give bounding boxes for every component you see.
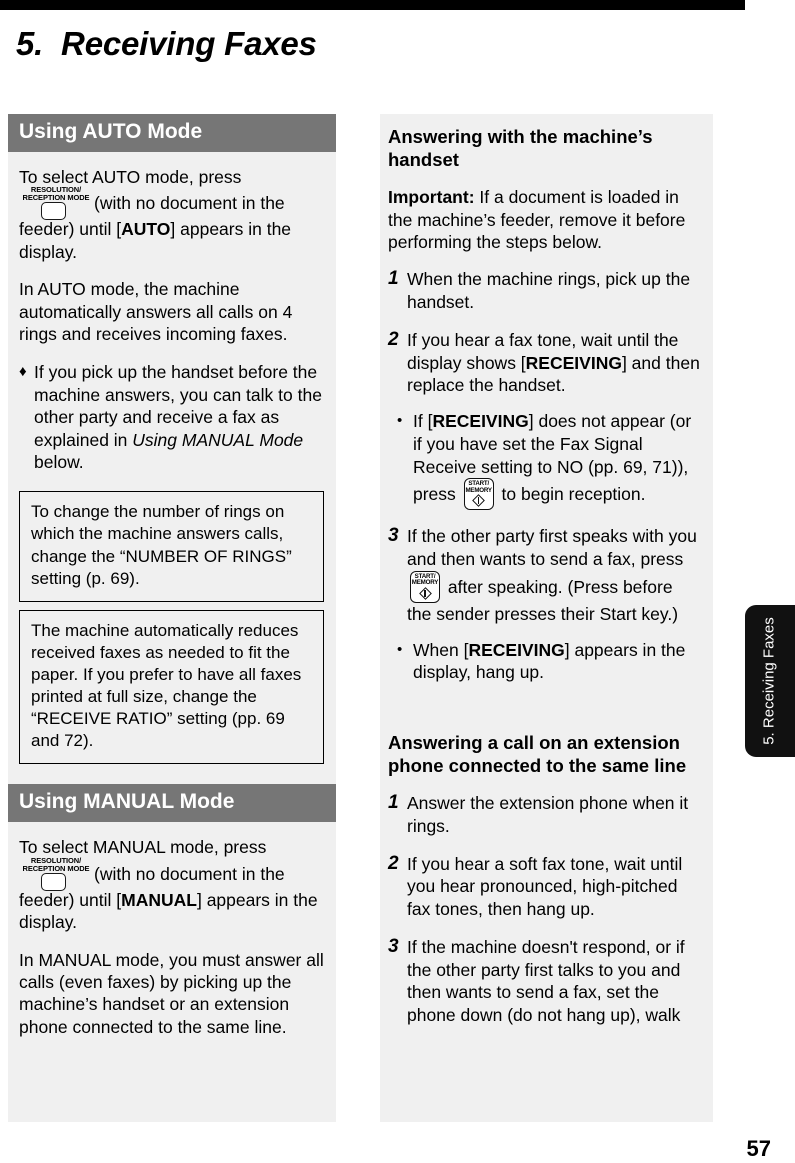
step-text: If you hear a soft fax tone, wait until … [407,853,683,920]
bullet2-part1: When [ [413,639,469,660]
bullet2-bold: RECEIVING [468,639,565,660]
auto-mode-description: In AUTO mode, the machine automatically … [19,279,293,344]
start-memory-icon-caption: START/ MEMORY [465,480,492,494]
resolution-reception-mode-icon[interactable]: RESOLUTION/ RECEPTION MODE [19,185,93,221]
auto-mode-bullet-text: If you pick up the handset before the ma… [34,361,324,473]
start-memory-icon[interactable]: START/ MEMORY [410,570,440,603]
bullet1-part3: to begin reception. [496,484,646,505]
manual-intro-bold: MANUAL [121,889,197,910]
round-bullet-icon: • [397,412,403,430]
step2-bold: RECEIVING [525,352,622,373]
step-text: When the machine rings, pick up the hand… [407,269,691,313]
step-text: If the other party first speaks with you… [407,525,701,625]
step-item: 3 If the other party first speaks with y… [388,525,701,625]
sub-bullet-text: If [RECEIVING] does not appear (or if yo… [413,410,701,511]
page-number: 57 [746,1136,771,1161]
step3-part2: after speaking. (Press before the sender… [407,576,679,624]
step-item: 1 Answer the extension phone when it rin… [388,792,701,838]
manual-intro-lead: To select MANUAL mode, press [19,837,267,858]
subheading-answering-with-handset: Answering with the machine’s handset [388,126,653,170]
start-memory-icon-bar [477,497,480,505]
left-column: Using AUTO Mode To select AUTO mode, pre… [8,114,336,1122]
step-item: 2 If you hear a soft fax tone, wait unti… [388,853,701,921]
resolution-reception-mode-icon[interactable]: RESOLUTION/ RECEPTION MODE [19,855,93,891]
step-text: Answer the extension phone when it rings… [407,793,689,836]
important-label: Important: [388,187,475,208]
step-item: 1 When the machine rings, pick up the ha… [388,268,701,314]
right-column: Answering with the machine’s handset Imp… [380,114,713,1122]
bullet1-part1: If [ [413,411,433,432]
bullet1-bold: RECEIVING [432,411,529,432]
step-item: 2 If you hear a fax tone, wait until the… [388,329,701,397]
step-number: 2 [388,328,399,350]
step-item: 3 If the machine doesn't respond, or if … [388,936,701,1027]
side-tab-chapter-marker: 5. Receiving Faxes [745,605,795,757]
auto-intro-paragraph: To select AUTO mode, press RESOLUTION/ R… [19,166,324,263]
step-number: 3 [388,525,399,547]
step-number: 3 [388,935,399,957]
auto-bullet-part2: below. [34,451,84,472]
page-title: 5. Receiving Faxes [16,25,317,62]
step-number: 2 [388,852,399,874]
top-black-rule [0,0,745,10]
start-memory-icon[interactable]: START/ MEMORY [463,478,494,511]
auto-mode-body: To select AUTO mode, press RESOLUTION/ R… [8,166,336,784]
step-number: 1 [388,792,399,814]
resolution-reception-mode-icon-caption: RESOLUTION/ RECEPTION MODE [22,185,90,203]
manual-intro-paragraph: To select MANUAL mode, press RESOLUTION/… [19,836,324,933]
resolution-reception-mode-icon-caption: RESOLUTION/ RECEPTION MODE [22,855,90,873]
sub-bullet-text: When [RECEIVING] appears in the display,… [413,639,701,685]
note-box-number-of-rings: To change the number of rings on which t… [19,491,324,602]
step-number: 1 [388,268,399,290]
auto-intro-lead: To select AUTO mode, press [19,167,242,188]
section-header-manual-mode: Using MANUAL Mode [8,784,336,823]
resolution-reception-mode-icon-button [41,202,66,221]
sub-bullet-item: • When [RECEIVING] appears in the displa… [397,639,701,685]
resolution-reception-mode-icon-button [41,872,66,891]
manual-mode-description: In MANUAL mode, you must answer all call… [19,949,324,1037]
auto-intro-bold: AUTO [121,219,171,240]
diamond-bullet-icon: ♦ [19,363,27,381]
start-memory-icon-bar [424,589,426,597]
auto-mode-bullet: ♦ If you pick up the handset before the … [19,361,324,473]
side-tab-label: 5. Receiving Faxes [760,617,778,745]
step-text: If you hear a fax tone, wait until the d… [407,329,701,397]
manual-mode-body: To select MANUAL mode, press RESOLUTION/… [8,836,336,1052]
important-note-paragraph: Important: If a document is loaded in th… [388,186,701,253]
step-text: If the machine doesn't respond, or if th… [407,936,685,1026]
sub-bullet-item: • If [RECEIVING] does not appear (or if … [397,410,701,511]
round-bullet-icon: • [397,640,403,658]
note-box-receive-ratio: The machine automatically reduces receiv… [19,609,324,765]
auto-bullet-italic: Using MANUAL Mode [132,429,304,450]
subheading-answering-extension-phone: Answering a call on an extension phone c… [388,732,687,776]
start-memory-icon-caption: START/ MEMORY [411,572,439,587]
step3-part1: If the other party first speaks with you… [407,526,697,570]
section-header-auto-mode: Using AUTO Mode [8,114,336,153]
